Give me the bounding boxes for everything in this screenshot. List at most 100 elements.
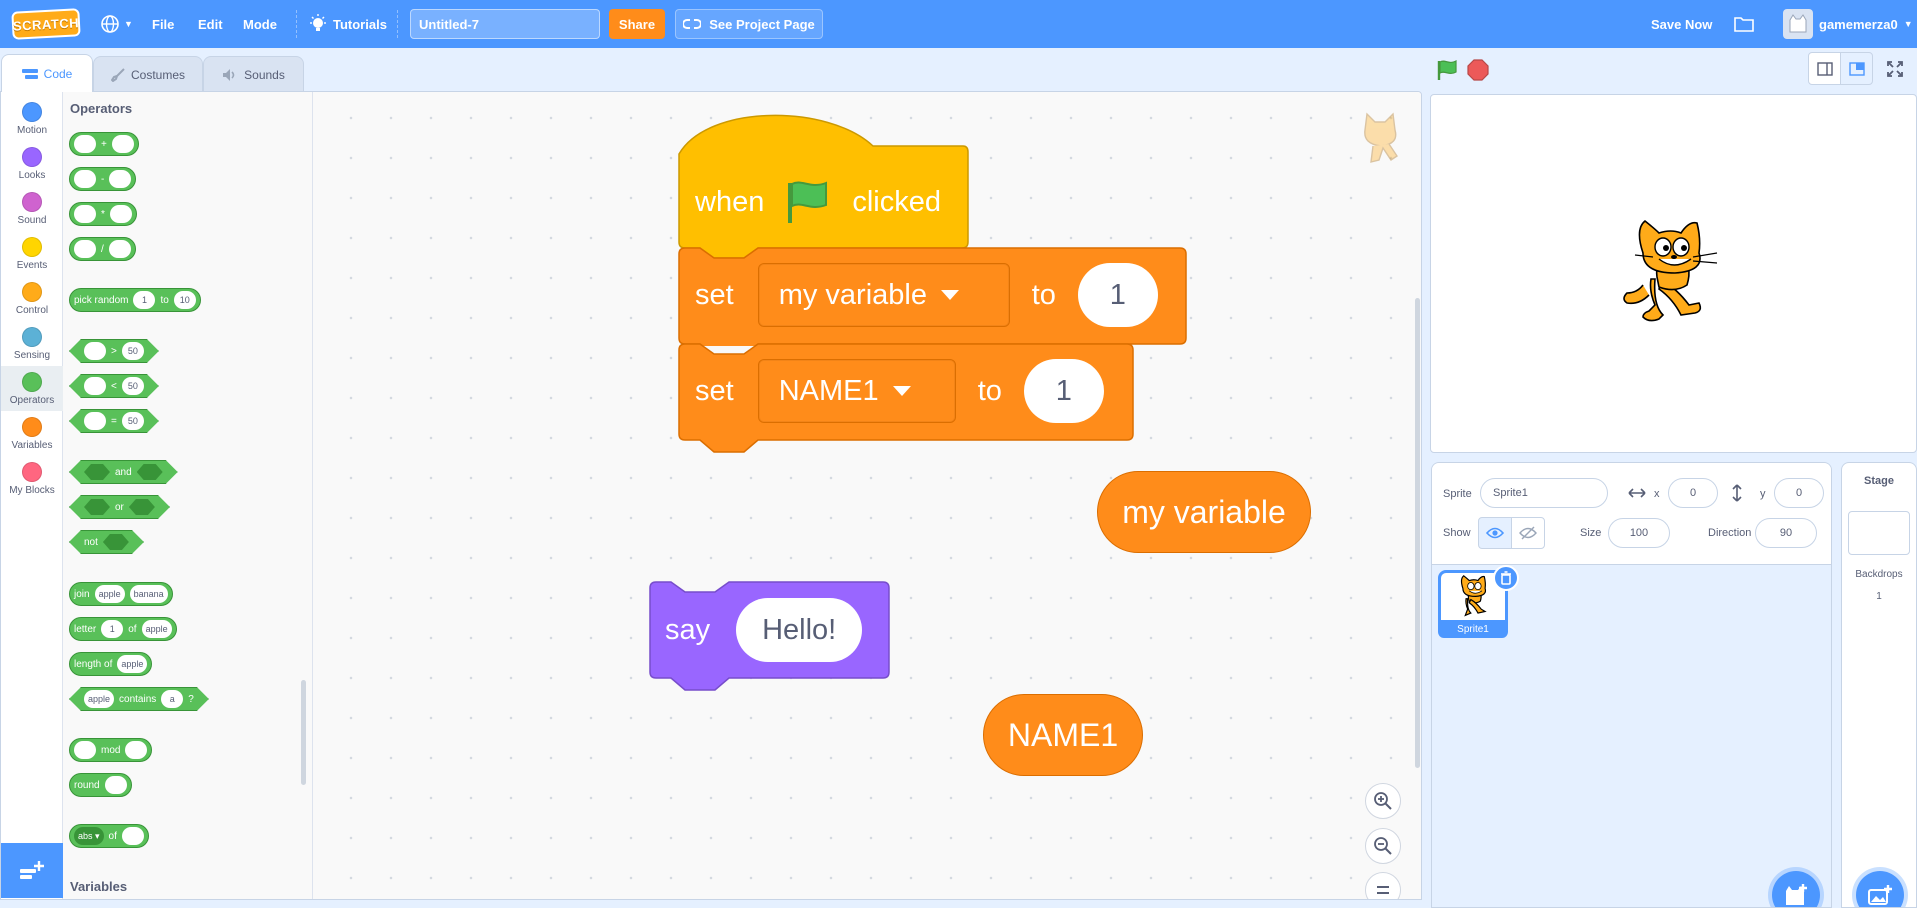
multiply-block[interactable]: * — [69, 202, 137, 226]
boolean-slot[interactable] — [103, 534, 129, 550]
operand-slot[interactable]: 50 — [122, 412, 144, 430]
say-block[interactable]: say Hello! — [665, 597, 863, 663]
add-block[interactable]: + — [69, 132, 139, 156]
operand-slot[interactable] — [84, 342, 106, 360]
save-now-button[interactable]: Save Now — [1651, 0, 1712, 48]
boolean-slot[interactable] — [137, 464, 163, 480]
operand-slot[interactable]: a — [161, 690, 183, 708]
operand-slot[interactable]: 10 — [173, 291, 196, 309]
subtract-block[interactable]: - — [69, 167, 137, 191]
language-menu[interactable]: ▼ — [100, 0, 133, 48]
operand-slot[interactable] — [74, 170, 96, 188]
fullscreen-button[interactable] — [1878, 52, 1911, 85]
sprite-tile[interactable]: Sprite1 — [1438, 565, 1519, 638]
category-looks[interactable]: Looks — [1, 141, 63, 186]
operand-slot[interactable] — [74, 240, 96, 258]
large-stage-button[interactable] — [1840, 52, 1873, 85]
script-workspace[interactable]: when clicked set my variable to 1 set NA… — [313, 92, 1421, 899]
stop-button[interactable] — [1467, 59, 1489, 86]
operand-slot[interactable]: 1 — [133, 291, 156, 309]
divide-block[interactable]: / — [69, 237, 136, 261]
cat-sprite-icon[interactable] — [1619, 219, 1723, 325]
edit-menu[interactable]: Edit — [198, 0, 223, 48]
variable-dropdown[interactable]: NAME1 — [757, 359, 956, 423]
mode-menu[interactable]: Mode — [243, 0, 277, 48]
value-input[interactable]: 1 — [1023, 359, 1104, 423]
length-of-block[interactable]: length of apple — [69, 652, 153, 676]
stage-canvas[interactable] — [1430, 94, 1917, 453]
operand-slot[interactable]: banana — [129, 585, 168, 603]
operand-slot[interactable]: 50 — [122, 377, 144, 395]
y-input[interactable]: 0 — [1774, 478, 1824, 508]
operand-slot[interactable] — [108, 240, 131, 258]
mod-block[interactable]: mod — [69, 738, 153, 762]
math-function-dropdown[interactable]: abs ▾ — [74, 827, 104, 845]
share-button[interactable]: Share — [609, 9, 665, 39]
tab-costumes[interactable]: Costumes — [93, 56, 203, 92]
variable-reporter-name1[interactable]: NAME1 — [983, 694, 1143, 776]
boolean-slot[interactable] — [84, 499, 110, 515]
choose-sprite-button[interactable] — [1772, 871, 1820, 907]
small-stage-button[interactable] — [1808, 52, 1841, 85]
operand-slot[interactable]: apple — [84, 690, 114, 708]
backdrop-thumbnail[interactable] — [1848, 511, 1910, 555]
operand-slot[interactable] — [121, 827, 144, 845]
operand-slot[interactable] — [74, 205, 96, 223]
abs-of-block[interactable]: abs ▾ of — [69, 824, 149, 848]
operand-slot[interactable]: apple — [141, 620, 172, 638]
tab-sounds[interactable]: Sounds — [203, 56, 304, 92]
operand-slot[interactable] — [111, 135, 134, 153]
operand-slot[interactable] — [109, 205, 132, 223]
file-menu[interactable]: File — [152, 0, 174, 48]
operand-slot[interactable]: 1 — [101, 620, 124, 638]
operand-slot[interactable]: apple — [117, 655, 148, 673]
category-variables[interactable]: Variables — [1, 411, 63, 456]
boolean-slot[interactable] — [129, 499, 155, 515]
boolean-slot[interactable] — [84, 464, 110, 480]
show-sprite-button[interactable] — [1478, 517, 1512, 549]
greater-than-block[interactable]: >50 — [69, 339, 159, 363]
join-block[interactable]: join apple banana — [69, 582, 173, 606]
round-block[interactable]: round — [69, 773, 132, 797]
tutorials-button[interactable]: Tutorials — [309, 0, 387, 48]
category-events[interactable]: Events — [1, 231, 63, 276]
operand-slot[interactable] — [84, 377, 106, 395]
value-input[interactable]: 1 — [1077, 263, 1158, 327]
category-motion[interactable]: Motion — [1, 96, 63, 141]
operand-slot[interactable] — [84, 412, 106, 430]
category-operators[interactable]: Operators — [1, 366, 63, 411]
set-variable-block-2[interactable]: set NAME1 to 1 — [695, 358, 1104, 424]
contains-block[interactable]: apple contains a? — [69, 687, 209, 711]
sprite-name-input[interactable]: Sprite1 — [1480, 478, 1608, 508]
size-input[interactable]: 100 — [1608, 518, 1670, 548]
see-project-page-button[interactable]: See Project Page — [675, 9, 823, 39]
category-my-blocks[interactable]: My Blocks — [1, 456, 63, 501]
x-input[interactable]: 0 — [1668, 478, 1718, 508]
pick-random-block[interactable]: pick random 1 to 10 — [69, 288, 201, 312]
delete-sprite-button[interactable] — [1493, 565, 1519, 591]
direction-input[interactable]: 90 — [1755, 518, 1817, 548]
variable-reporter-my-variable[interactable]: my variable — [1097, 471, 1311, 553]
my-stuff-button[interactable] — [1734, 0, 1754, 48]
hide-sprite-button[interactable] — [1511, 517, 1545, 549]
operand-slot[interactable] — [109, 170, 132, 188]
tab-code[interactable]: Code — [1, 54, 93, 92]
category-control[interactable]: Control — [1, 276, 63, 321]
zoom-in-button[interactable] — [1365, 783, 1401, 819]
when-flag-clicked-block[interactable]: when clicked — [695, 172, 941, 232]
green-flag-button[interactable] — [1436, 59, 1458, 86]
set-variable-block-1[interactable]: set my variable to 1 — [695, 262, 1158, 328]
less-than-block[interactable]: <50 — [69, 374, 159, 398]
choose-backdrop-button[interactable] — [1856, 871, 1904, 907]
operand-slot[interactable] — [74, 741, 96, 759]
account-menu[interactable]: gamemerza0 ▼ — [1783, 0, 1913, 48]
equals-block[interactable]: = 50 — [69, 409, 159, 433]
zoom-out-button[interactable] — [1365, 828, 1401, 864]
operand-slot[interactable] — [125, 741, 148, 759]
operand-slot[interactable] — [74, 135, 96, 153]
project-title-input[interactable]: Untitled-7 — [410, 9, 600, 39]
not-block[interactable]: not — [69, 530, 144, 554]
operand-slot[interactable]: apple — [94, 585, 125, 603]
and-block[interactable]: and — [69, 460, 178, 484]
palette-scrollbar[interactable] — [301, 680, 306, 785]
